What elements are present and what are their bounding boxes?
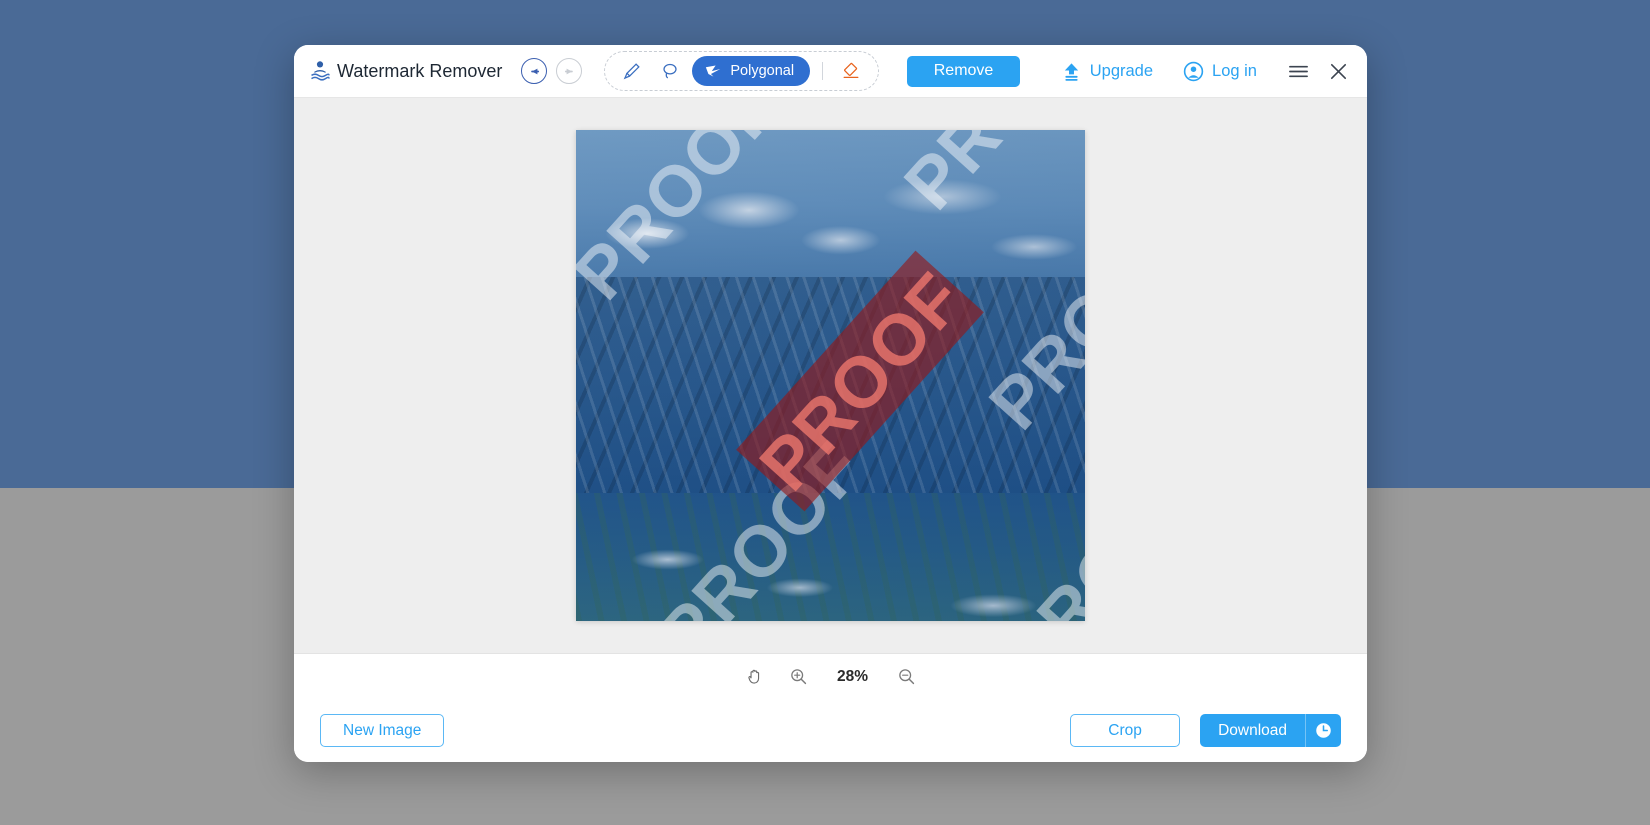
undo-button[interactable] — [521, 58, 548, 84]
login-button[interactable]: Log in — [1183, 61, 1257, 82]
brush-tool-button[interactable] — [613, 55, 651, 87]
remove-button-label: Remove — [933, 62, 994, 79]
top-toolbar: Watermark Remover Polygonal Remove Upgra… — [294, 45, 1367, 97]
crop-button[interactable]: Crop — [1070, 714, 1181, 747]
eraser-icon — [843, 62, 859, 78]
eraser-tool-button[interactable] — [832, 55, 870, 87]
zoom-out-icon — [899, 669, 915, 685]
download-button[interactable]: Download — [1200, 714, 1341, 747]
close-button[interactable] — [1323, 56, 1353, 86]
redo-button[interactable] — [556, 58, 583, 84]
footer-bar: New Image Crop Download — [294, 699, 1367, 762]
close-icon — [1330, 63, 1346, 79]
polygonal-tool-button[interactable]: Polygonal — [692, 56, 811, 86]
zoom-level-value: 28% — [836, 667, 869, 685]
tool-group: Polygonal — [604, 51, 880, 91]
image-canvas-area[interactable]: PROOF PROOF PROOF PROOF PROOF PROOF — [294, 97, 1367, 653]
new-image-button[interactable]: New Image — [320, 714, 445, 747]
hamburger-menu-icon — [1288, 65, 1308, 77]
remove-button[interactable]: Remove — [907, 55, 1021, 87]
hand-pan-icon — [748, 669, 760, 684]
new-image-label: New Image — [343, 721, 422, 739]
brand: Watermark Remover — [310, 60, 502, 82]
zoom-in-icon — [791, 669, 807, 685]
zoom-in-button[interactable] — [788, 666, 810, 688]
polygonal-tool-label: Polygonal — [730, 63, 795, 79]
redo-arrow-icon — [564, 68, 573, 74]
zoom-toolbar: 28% — [294, 653, 1367, 699]
brand-name: Watermark Remover — [337, 60, 503, 81]
upgrade-label: Upgrade — [1089, 61, 1154, 80]
watermark-logo-icon — [310, 60, 330, 82]
history-controls — [521, 58, 583, 84]
download-label: Download — [1218, 721, 1287, 739]
hamburger-menu-button[interactable] — [1283, 56, 1313, 86]
login-label: Log in — [1212, 61, 1257, 80]
lasso-tool-button[interactable] — [651, 55, 689, 87]
lasso-icon — [663, 63, 677, 79]
tool-divider — [822, 62, 824, 80]
pan-tool-button[interactable] — [744, 666, 766, 688]
zoom-out-button[interactable] — [896, 666, 918, 688]
undo-arrow-icon — [531, 68, 539, 74]
user-circle-icon — [1183, 61, 1204, 81]
polygonal-icon — [706, 65, 721, 77]
upgrade-button[interactable]: Upgrade — [1061, 61, 1153, 82]
upload-arrow-icon — [1064, 62, 1078, 81]
watermark-remover-modal: Watermark Remover Polygonal Remove Upgra… — [294, 45, 1367, 762]
clock-timer-icon[interactable] — [1305, 714, 1341, 747]
photo-canvas[interactable]: PROOF PROOF PROOF PROOF PROOF PROOF — [576, 130, 1085, 621]
footer-right-group: Crop Download — [1070, 714, 1341, 747]
crop-label: Crop — [1108, 721, 1142, 739]
brush-icon — [624, 63, 641, 80]
toolbar-right-group: Upgrade Log in — [1061, 56, 1353, 86]
